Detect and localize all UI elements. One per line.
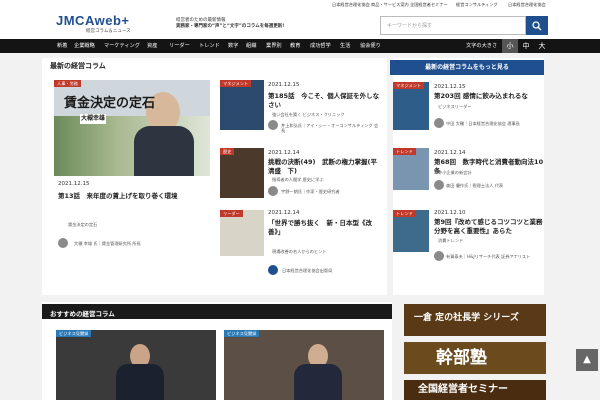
card2-tag: 歴史: [220, 148, 235, 156]
nav-trend[interactable]: トレンド: [199, 43, 220, 50]
site-header: JMCAweb+ 経営コラム＆ニュース 経営者のための最新情報 実務家・専門家の…: [0, 9, 600, 39]
logo-subtitle: 経営コラム＆ニュース: [86, 29, 131, 34]
link-services[interactable]: 日本経営合理化協会 商品・サービス案内: [332, 2, 409, 7]
card1-date: 2021.12.15: [268, 82, 300, 88]
fontsize-medium[interactable]: 中: [518, 39, 534, 53]
feature-thumb-sub: 大槻幸雄: [80, 114, 107, 124]
fontsize-large[interactable]: 大: [534, 39, 550, 53]
person-suit: [294, 364, 342, 400]
tagline: 経営者のための最新情報 実務家・専門家の“声”と“文字”のコラムを毎週更新!: [176, 18, 284, 30]
more-latest-button[interactable]: 最新の経営コラムをもっと見る: [390, 60, 544, 75]
feature-avatar: [58, 238, 68, 248]
nav-assets[interactable]: 資産: [147, 43, 157, 50]
feature-thumb-title: 賃金決定の定石: [64, 96, 156, 111]
nav-philosophy[interactable]: 成功哲学: [310, 43, 331, 50]
side3-title[interactable]: 第9回『改めて感じるコツコツと業務分野を高く重要性』あらた: [434, 218, 544, 236]
side1-sub: ビジネスリーダー: [438, 104, 472, 109]
site-logo[interactable]: JMCAweb+: [56, 14, 129, 28]
card1-tag: マネジメント: [220, 80, 252, 88]
search-button[interactable]: [526, 16, 548, 35]
person-suit: [116, 364, 164, 400]
nav-leader[interactable]: リーダー: [169, 43, 190, 50]
side2-thumbnail[interactable]: トレンド: [393, 148, 429, 190]
card1-avatar: [268, 120, 278, 130]
banner-kanbujuku[interactable]: 幹部塾: [404, 342, 546, 374]
side2-sub: 中小企業の新会計: [438, 170, 472, 175]
card2-title[interactable]: 挑戦の決断(49) 武断の権力掌握(平清盛 下): [268, 158, 380, 176]
side3-sub: 消費トレンド: [438, 238, 464, 243]
feature-sub: 賃金決定の定石: [68, 222, 98, 227]
card3-date: 2021.12.14: [268, 210, 300, 216]
search-input[interactable]: キーワードから探す: [380, 16, 526, 35]
feature-thumbnail[interactable]: 人事・労務 賃金決定の定石 大槻幸雄: [54, 80, 210, 176]
side3-avatar: [434, 251, 444, 261]
side1-thumbnail[interactable]: マネジメント: [393, 82, 429, 130]
feature-date: 2021.12.15: [58, 181, 90, 187]
nav-organization[interactable]: 組織: [246, 43, 256, 50]
feature-tag: 人事・労務: [54, 80, 81, 88]
card2-author: 宇野一朗氏｜作家・歴史研究者: [281, 189, 340, 194]
card3-sub: 現場改善の名人からのヒント: [272, 249, 327, 254]
nav-strategy[interactable]: 企業戦略: [74, 43, 95, 50]
side3-thumbnail[interactable]: トレンド: [393, 210, 429, 252]
side2-author: 森田 優作氏｜税理士法人 代表: [446, 183, 504, 188]
recommended2-tag: ビジネス見聞録: [224, 330, 260, 338]
banner-seminar-text: 全国経営者セミナー: [418, 384, 508, 395]
search-icon: [532, 20, 542, 30]
side1-tag: マネジメント: [393, 82, 425, 90]
back-to-top-button[interactable]: ▲: [576, 349, 598, 371]
nav-education[interactable]: 教育: [290, 43, 300, 50]
banner-ichikura-text: 一倉 定の社長学 シリーズ: [414, 313, 519, 323]
nav-association[interactable]: 協会便り: [360, 43, 381, 50]
side1-date: 2021.12.15: [434, 84, 466, 90]
banner-kanbujuku-text: 幹部塾: [436, 348, 487, 368]
link-consulting[interactable]: 経営コンサルティング: [456, 2, 498, 7]
card1-thumbnail[interactable]: マネジメント: [220, 80, 264, 130]
feature-title[interactable]: 第13話 来年度の賃上げを取り巻く環境: [58, 192, 208, 201]
card3-title[interactable]: 「世界で勝ち抜く 新・日本型《改善》」: [268, 219, 380, 237]
side3-author: 有賀泰夫｜H&Jリサーチ代表 証券アナリスト: [446, 254, 531, 259]
card3-thumbnail[interactable]: リーダー: [220, 210, 264, 256]
side1-avatar: [434, 118, 444, 128]
banner-seminar[interactable]: 全国経営者セミナー: [404, 380, 546, 400]
fontsize-small[interactable]: 小: [502, 39, 518, 53]
card1-author: 井上和弘氏｜アイ・シー・オーコンサルティング 会長: [281, 123, 379, 134]
banner-ichikura[interactable]: 一倉 定の社長学 シリーズ: [404, 304, 546, 336]
card2-thumbnail[interactable]: 歴史: [220, 148, 264, 198]
side2-avatar: [434, 180, 444, 190]
side2-date: 2021.12.14: [434, 150, 466, 156]
nav-industry[interactable]: 業界別: [266, 43, 282, 50]
recommended2-thumbnail[interactable]: ビジネス見聞録: [224, 330, 384, 400]
latest-columns-title: 最新の経営コラム: [50, 62, 106, 70]
nav-life[interactable]: 生活: [340, 43, 350, 50]
link-association[interactable]: 日本経営合理化協会: [508, 2, 546, 7]
card2-sub: 指導者の人間学 歴史に学ぶ: [272, 177, 324, 182]
nav-numbers[interactable]: 数字: [228, 43, 238, 50]
side3-tag: トレンド: [393, 210, 416, 218]
link-seminar[interactable]: 全国経営者セミナー: [410, 2, 448, 7]
nav-new[interactable]: 新着: [57, 43, 67, 50]
side1-title[interactable]: 第203回 感情に飲み込まれるな: [434, 92, 544, 101]
card3-tag: リーダー: [220, 210, 243, 218]
side3-date: 2021.12.10: [434, 210, 466, 216]
main-nav: 新着 企業戦略 マーケティング 資産 リーダー トレンド 数字 組織 業界別 教…: [0, 39, 600, 53]
recommended1-tag: ビジネス見聞録: [56, 330, 92, 338]
side1-author: 中田 大輔｜日本経営合理化協会 理事長: [446, 121, 520, 126]
card2-avatar: [268, 186, 278, 196]
publisher-logo: [268, 265, 278, 275]
feature-author: 大槻 幸雄 氏｜賃金管理研究所 所長: [74, 241, 141, 246]
person-suit: [134, 126, 194, 176]
nav-marketing[interactable]: マーケティング: [104, 43, 140, 50]
side2-tag: トレンド: [393, 148, 416, 156]
utility-links: 日本経営合理化協会 商品・サービス案内 全国経営者セミナー 経営コンサルティング…: [0, 0, 600, 9]
tagline-line2: 実務家・専門家の“声”と“文字”のコラムを毎週更新!: [176, 24, 285, 29]
card1-title[interactable]: 第185話 今こそ、個人保証を外しなさい: [268, 92, 380, 110]
card2-date: 2021.12.14: [268, 150, 300, 156]
fontsize-label: 文字の大きさ: [466, 43, 498, 49]
card1-sub: 強い会社を築く ビジネス・クリニック: [272, 112, 345, 117]
card4-author: 日本経営合理化協会出版局: [282, 268, 333, 273]
recommended-title: おすすめの経営コラム: [50, 310, 115, 318]
recommended1-thumbnail[interactable]: ビジネス見聞録: [56, 330, 216, 400]
